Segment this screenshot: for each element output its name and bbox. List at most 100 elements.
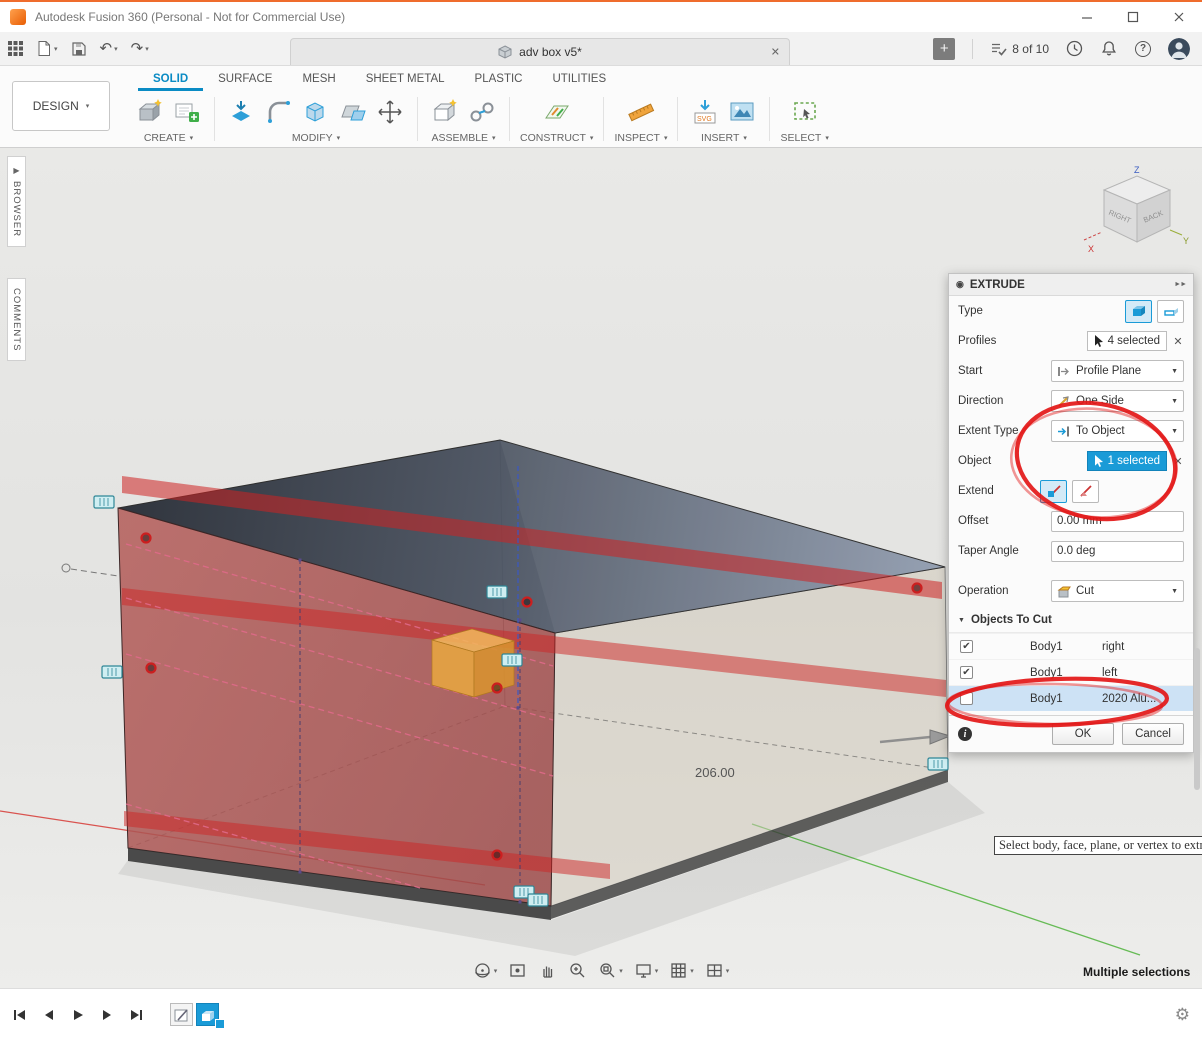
type-extrude-button[interactable] — [1125, 300, 1152, 323]
combine-button[interactable] — [336, 95, 370, 129]
view-cube[interactable]: Z RIGHT BACK X Y — [1082, 164, 1194, 264]
viewport[interactable]: 206.00 ▶ BROWSER COMMENTS Z RIGHT BACK X… — [0, 148, 1202, 988]
play-button[interactable] — [71, 1008, 85, 1022]
create-group-label[interactable]: CREATE▾ — [144, 132, 193, 144]
document-tab[interactable]: adv box v5* ✕ — [290, 38, 790, 65]
look-at-button[interactable] — [508, 961, 527, 980]
checkbox[interactable] — [960, 692, 973, 705]
modify-group-label[interactable]: MODIFY▾ — [292, 132, 340, 144]
checkbox[interactable]: ✔ — [960, 666, 973, 679]
joint-button[interactable] — [465, 95, 499, 129]
insert-group-label[interactable]: INSERT▾ — [701, 132, 747, 144]
fillet-button[interactable] — [262, 95, 296, 129]
checkbox[interactable]: ✔ — [960, 640, 973, 653]
extent-type-row: Extent Type To Object ▼ — [949, 416, 1193, 446]
operation-dropdown[interactable]: Cut ▼ — [1051, 580, 1184, 602]
extend-faces-button[interactable] — [1040, 480, 1067, 503]
measure-button[interactable] — [624, 95, 658, 129]
extrude-dialog-header[interactable]: ◉ EXTRUDE ►► — [949, 274, 1193, 296]
user-avatar[interactable] — [1168, 38, 1190, 60]
extend-faces-icon — [1046, 483, 1062, 499]
help-button[interactable]: ? — [1135, 41, 1151, 57]
window-close-button[interactable] — [1156, 2, 1202, 32]
tab-sheet-metal[interactable]: SHEET METAL — [351, 66, 460, 91]
tab-utilities[interactable]: UTILITIES — [537, 66, 621, 91]
select-group-label[interactable]: SELECT▾ — [780, 132, 828, 144]
timeline-position-marker[interactable] — [215, 1019, 225, 1029]
object-row-2020-alu[interactable]: Body1 2020 Alu... — [949, 685, 1193, 711]
extend-adjacent-button[interactable] — [1072, 480, 1099, 503]
tab-mesh[interactable]: MESH — [287, 66, 350, 91]
type-thin-extrude-button[interactable] — [1157, 300, 1184, 323]
step-forward-button[interactable] — [100, 1008, 114, 1022]
object-row-right[interactable]: ✔ Body1 right — [949, 633, 1193, 659]
cut-operation-icon — [1057, 585, 1071, 598]
canvas-image-icon — [727, 97, 757, 127]
insert-svg-button[interactable]: SVG — [688, 95, 722, 129]
taper-angle-input[interactable] — [1051, 541, 1184, 562]
viewports-button[interactable]: ▾ — [705, 961, 730, 980]
panel-collapse-icon[interactable]: ►► — [1174, 281, 1186, 288]
job-status-button[interactable]: 8 of 10 — [990, 41, 1049, 57]
scrollbar[interactable] — [1194, 648, 1200, 790]
browser-panel-tab[interactable]: ▶ BROWSER — [7, 156, 26, 247]
orbit-button[interactable]: ▾ — [473, 961, 498, 980]
ok-button[interactable]: OK — [1052, 723, 1114, 745]
start-dropdown[interactable]: Profile Plane ▼ — [1051, 360, 1184, 382]
object-selection-box[interactable]: 1 selected — [1087, 451, 1167, 471]
select-button[interactable] — [788, 95, 822, 129]
timeline-settings-gear-icon[interactable]: ⚙ — [1175, 1005, 1190, 1025]
offset-input[interactable] — [1051, 511, 1184, 532]
fit-button[interactable]: ▾ — [598, 961, 623, 980]
redo-button[interactable]: ↷ ▾ — [131, 41, 149, 56]
grid-snap-button[interactable]: ▾ — [669, 961, 694, 980]
workspace-menu-button[interactable]: DESIGN ▾ — [12, 81, 110, 131]
extension-manager-button[interactable] — [1066, 40, 1083, 57]
info-icon[interactable]: i — [958, 727, 972, 741]
extent-type-dropdown[interactable]: To Object ▼ — [1051, 420, 1184, 442]
dropdown-caret-icon: ▼ — [1171, 368, 1178, 375]
timeline-extrude-feature[interactable] — [196, 1003, 219, 1026]
objects-to-cut-section[interactable]: ▼ Objects To Cut — [949, 606, 1193, 632]
profiles-selection-box[interactable]: 4 selected — [1087, 331, 1167, 351]
new-solid-button[interactable] — [133, 95, 167, 129]
assemble-group-label[interactable]: ASSEMBLE▾ — [431, 132, 495, 144]
shell-button[interactable] — [299, 95, 333, 129]
object-clear-icon[interactable]: ✕ — [1172, 455, 1184, 468]
canvas-button[interactable] — [725, 95, 759, 129]
save-button[interactable] — [71, 41, 87, 57]
direction-dropdown[interactable]: One Side ▼ — [1051, 390, 1184, 412]
object-row-left[interactable]: ✔ Body1 left — [949, 659, 1193, 685]
go-to-end-button[interactable] — [129, 1008, 144, 1022]
new-tab-button[interactable]: + — [933, 38, 955, 60]
tab-solid[interactable]: SOLID — [138, 66, 203, 91]
press-pull-button[interactable] — [225, 95, 259, 129]
window-minimize-button[interactable] — [1064, 2, 1110, 32]
tab-plastic[interactable]: PLASTIC — [460, 66, 538, 91]
tab-surface[interactable]: SURFACE — [203, 66, 287, 91]
new-component-button[interactable] — [428, 95, 462, 129]
comments-panel-tab[interactable]: COMMENTS — [7, 278, 26, 361]
construct-plane-button[interactable] — [540, 95, 574, 129]
go-to-start-button[interactable] — [12, 1008, 27, 1022]
create-sketch-button[interactable] — [170, 95, 204, 129]
inspect-group-label[interactable]: INSPECT▾ — [614, 132, 667, 144]
body-tag: right — [1102, 641, 1124, 653]
app-grid-button[interactable] — [8, 41, 23, 56]
timeline-sketch-feature[interactable] — [170, 1003, 193, 1026]
step-back-button[interactable] — [42, 1008, 56, 1022]
one-side-icon — [1057, 395, 1071, 408]
undo-button[interactable]: ↶ ▾ — [100, 41, 118, 56]
zoom-button[interactable] — [568, 961, 587, 980]
display-settings-button[interactable]: ▾ — [634, 961, 659, 980]
tab-close-icon[interactable]: ✕ — [771, 46, 780, 59]
cancel-button[interactable]: Cancel — [1122, 723, 1184, 745]
move-copy-button[interactable] — [373, 95, 407, 129]
window-maximize-button[interactable] — [1110, 2, 1156, 32]
separator — [677, 97, 678, 141]
file-menu-button[interactable]: ▾ — [36, 40, 58, 57]
notifications-button[interactable] — [1100, 40, 1118, 57]
profiles-clear-icon[interactable]: ✕ — [1172, 335, 1184, 348]
pan-button[interactable] — [538, 961, 557, 980]
construct-group-label[interactable]: CONSTRUCT▾ — [520, 132, 593, 144]
